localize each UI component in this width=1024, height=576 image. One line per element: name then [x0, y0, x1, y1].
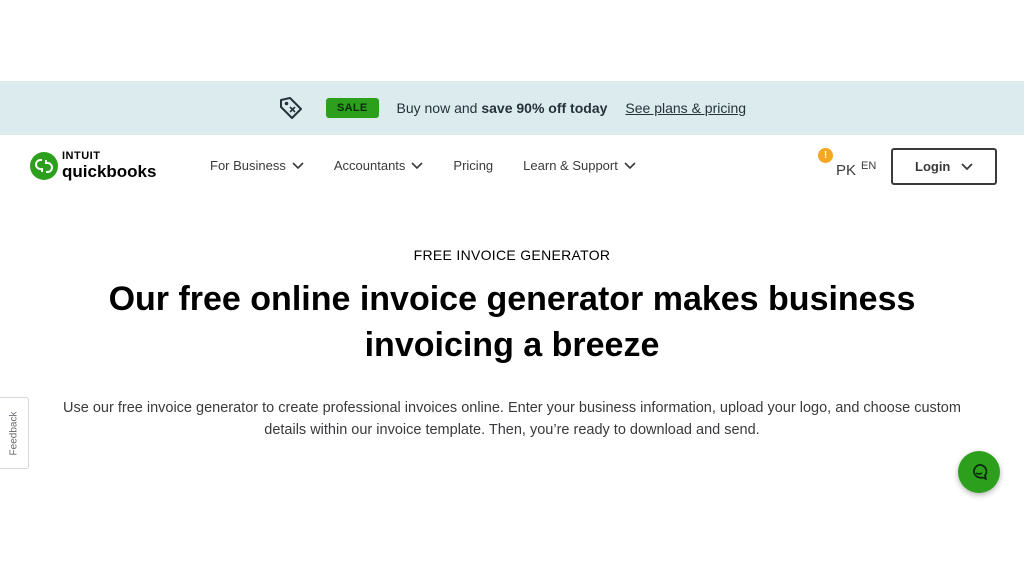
language-code: EN — [861, 160, 877, 172]
nav-item-label: Accountants — [333, 158, 406, 173]
chevron-down-icon — [292, 161, 304, 170]
hero-eyebrow: FREE INVOICE GENERATOR — [413, 247, 611, 263]
promo-text-bold: save 90% off today — [481, 100, 608, 116]
nav-item-label: Pricing — [453, 158, 494, 173]
feedback-label: Feedback — [8, 411, 20, 455]
chat-button[interactable] — [958, 451, 1000, 493]
main-menu: For Business Accountants Pricing Learn &… — [210, 158, 636, 173]
nav-pricing[interactable]: Pricing — [453, 158, 493, 173]
promo-text-prefix: Buy now and — [396, 100, 482, 116]
feedback-tab[interactable]: Feedback — [0, 397, 29, 469]
sale-badge: SALE — [325, 98, 379, 118]
logo-brand-top: INTUIT — [62, 150, 101, 162]
quickbooks-logo[interactable]: INTUIT quickbooks — [30, 151, 156, 180]
top-navigation: INTUIT quickbooks For Business Accountan… — [0, 136, 1024, 196]
quickbooks-logo-icon — [30, 151, 58, 180]
hero-headline: Our free online invoice generator makes … — [108, 280, 916, 364]
promo-banner: SALE Buy now and save 90% off today See … — [0, 81, 1024, 135]
nav-item-label: For Business — [210, 158, 286, 173]
hero-description: Use our free invoice generator to create… — [63, 400, 961, 438]
login-button[interactable]: Login — [891, 148, 997, 185]
chevron-down-icon — [411, 161, 423, 170]
logo-brand-bottom: quickbooks — [62, 162, 157, 181]
chevron-down-icon — [624, 161, 636, 170]
chevron-down-icon — [961, 162, 973, 171]
promo-text: Buy now and save 90% off today — [397, 100, 608, 116]
see-plans-link[interactable]: See plans & pricing — [625, 100, 746, 116]
locale-selector[interactable]: ! PK EN — [818, 148, 878, 188]
alert-badge-icon: ! — [818, 148, 833, 163]
nav-learn-support[interactable]: Learn & Support — [523, 158, 636, 173]
nav-accountants[interactable]: Accountants — [334, 158, 424, 173]
logo-wordmark: INTUIT quickbooks — [62, 150, 157, 181]
nav-for-business[interactable]: For Business — [210, 158, 304, 173]
price-tag-icon — [278, 94, 306, 122]
nav-item-label: Learn & Support — [523, 158, 618, 173]
chat-bubble-icon — [969, 462, 989, 482]
country-code: PK — [836, 162, 857, 179]
login-label: Login — [915, 159, 951, 174]
